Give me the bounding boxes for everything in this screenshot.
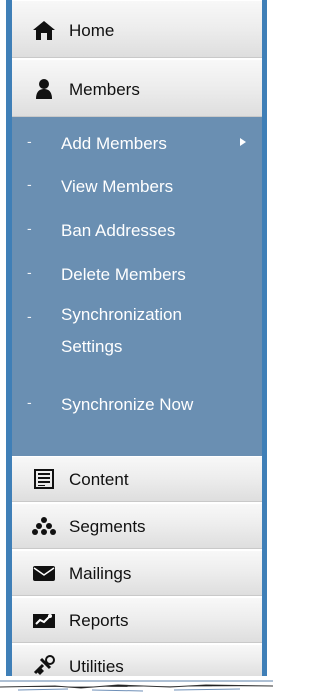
dash-icon: - [27, 220, 32, 236]
submenu-label-ban-addresses: Ban Addresses [61, 221, 176, 240]
dash-icon: - [27, 133, 32, 149]
utilities-nav-item[interactable]: Utilities [12, 644, 262, 678]
person-icon [36, 79, 52, 99]
members-nav-label: Members [69, 80, 140, 99]
home-nav-label: Home [69, 21, 115, 40]
segments-nav-label: Segments [69, 517, 146, 536]
dash-icon: - [27, 176, 32, 192]
mailings-nav-label: Mailings [69, 564, 132, 583]
submenu-label-synchronize-now: Synchronize Now [61, 395, 194, 414]
navigation-sidebar: Home Members - Add Members - View Member… [0, 0, 273, 694]
reports-nav-label: Reports [69, 611, 129, 630]
screenshot-cut-edge [0, 676, 273, 694]
submenu-item-add-members[interactable]: - Add Members [12, 126, 262, 160]
home-nav-item[interactable]: Home [12, 0, 262, 58]
submenu-item-delete-members[interactable]: - Delete Members [12, 257, 262, 291]
dash-icon: - [27, 264, 32, 280]
mail-icon [33, 566, 55, 581]
document-icon [34, 469, 54, 489]
content-nav-item[interactable]: Content [12, 456, 262, 502]
dash-icon: - [27, 308, 32, 324]
house-icon [33, 21, 55, 40]
submenu-label-delete-members: Delete Members [61, 265, 186, 284]
members-nav-item[interactable]: Members [12, 59, 262, 117]
submenu-label-add-members: Add Members [61, 134, 167, 153]
reports-icon [33, 614, 55, 628]
tools-icon [33, 655, 55, 675]
submenu-label-synchronization-settings: Synchronization Settings [61, 305, 182, 356]
reports-nav-item[interactable]: Reports [12, 597, 262, 643]
submenu-label-view-members: View Members [61, 177, 174, 196]
members-submenu: - Add Members - View Members - Ban Addre… [12, 117, 262, 456]
mailings-nav-item[interactable]: Mailings [12, 550, 262, 596]
submenu-item-view-members[interactable]: - View Members [12, 169, 262, 203]
sidebar-right-border [262, 0, 267, 694]
content-nav-label: Content [69, 470, 129, 489]
dash-icon: - [27, 394, 32, 410]
submenu-item-ban-addresses[interactable]: - Ban Addresses [12, 213, 262, 247]
submenu-item-synchronize-now[interactable]: - Synchronize Now [12, 387, 262, 421]
segments-icon [32, 517, 56, 535]
submenu-item-synchronization-settings[interactable]: - Synchronization Settings [12, 301, 262, 369]
segments-nav-item[interactable]: Segments [12, 503, 262, 549]
chevron-right-icon [240, 138, 246, 146]
